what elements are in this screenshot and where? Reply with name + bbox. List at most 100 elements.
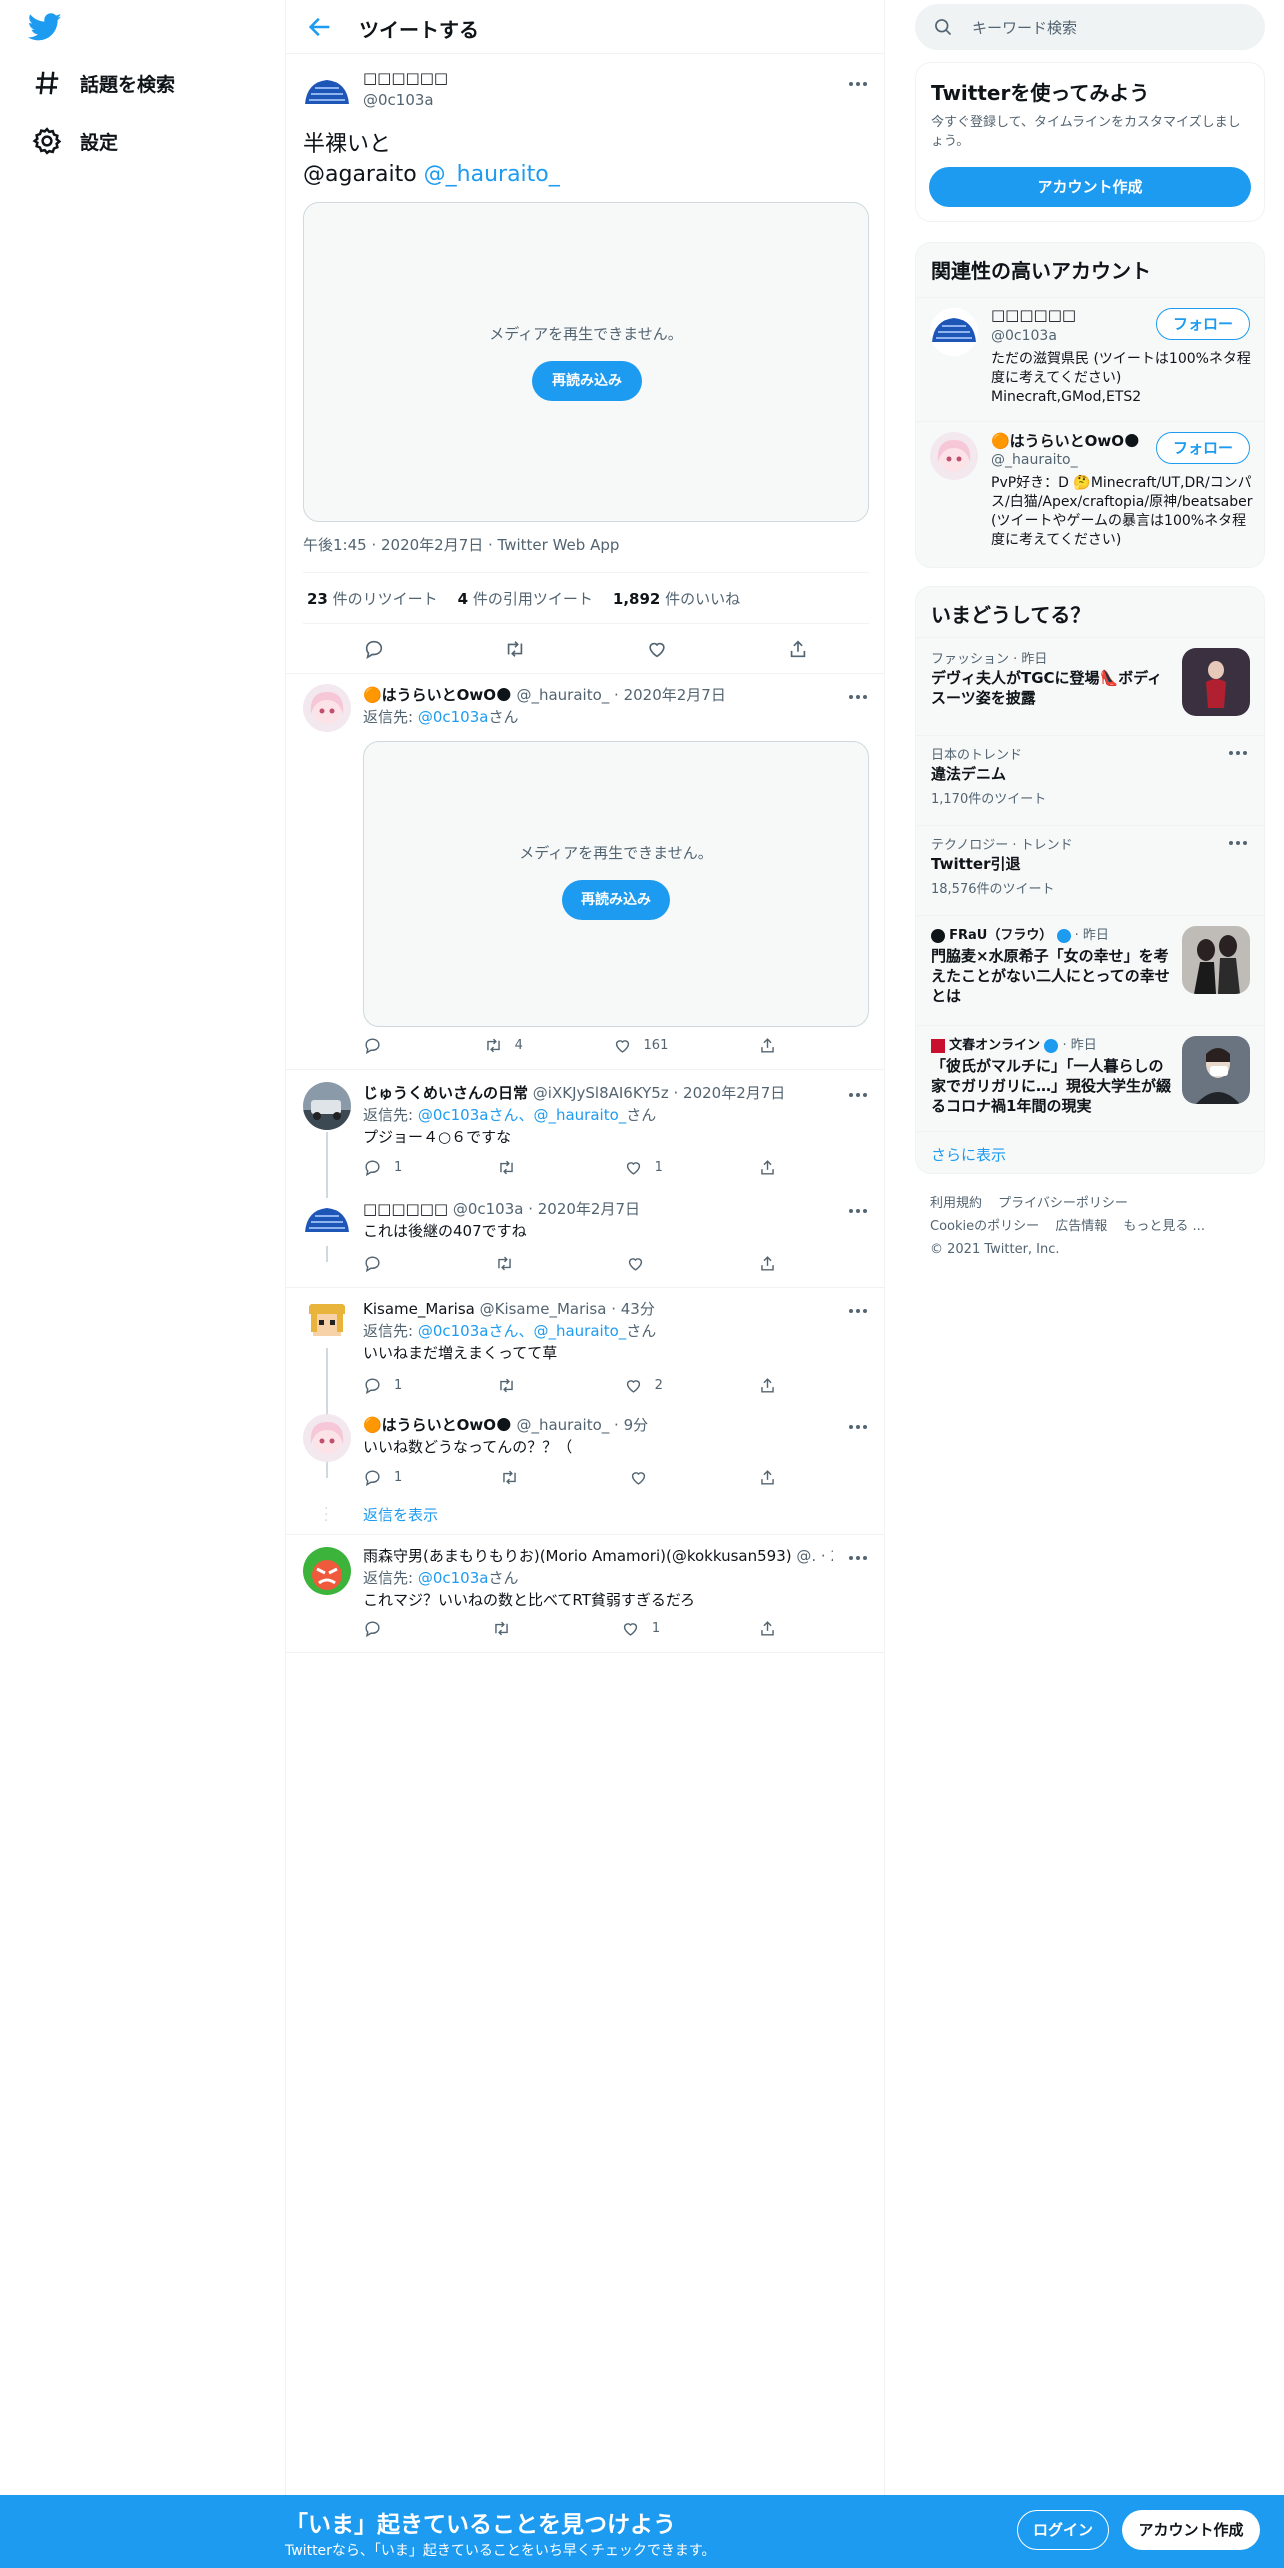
follow-button[interactable]: フォロー: [1156, 432, 1250, 464]
retweet-action[interactable]: [495, 1254, 526, 1273]
share-action[interactable]: [758, 1468, 789, 1487]
reply-action[interactable]: 1: [363, 1376, 402, 1395]
account-handle[interactable]: @0c103a: [991, 328, 1057, 344]
news-item[interactable]: 文春オンライン · 昨日 「彼氏がマルチに」「一人暮らしの家でガリガリに…」現役…: [916, 1025, 1264, 1131]
like-stat[interactable]: 1,892 件のいいね: [613, 588, 740, 609]
handle-date[interactable]: @. · 21分: [796, 1547, 833, 1565]
media-player[interactable]: メディアを再生できません。 再読み込み: [303, 202, 869, 522]
retweet-action[interactable]: [497, 1158, 528, 1177]
more-icon[interactable]: [846, 1420, 870, 1434]
like-action[interactable]: 1: [624, 1158, 663, 1177]
retweet-icon[interactable]: [504, 638, 526, 660]
share-action[interactable]: [758, 1036, 789, 1055]
display-name[interactable]: 雨森守男(あまもりもりお)(Morio Amamori)(@kokkusan59…: [363, 1547, 792, 1565]
show-more-link[interactable]: さらに表示: [916, 1131, 1264, 1173]
login-button[interactable]: ログイン: [1017, 2510, 1109, 2550]
more-icon[interactable]: [846, 77, 870, 91]
avatar[interactable]: [303, 684, 351, 732]
handle-date[interactable]: @Kisame_Marisa · 43分: [480, 1300, 655, 1318]
like-action[interactable]: [629, 1468, 660, 1487]
mention-link[interactable]: @_hauraito_: [424, 162, 560, 187]
reply-to-link[interactable]: @0c103aさん、@_hauraito_: [418, 1106, 626, 1124]
back-arrow-icon[interactable]: [306, 13, 334, 41]
search-bar[interactable]: キーワード検索: [915, 4, 1265, 50]
handle-date[interactable]: @_hauraito_ · 9分: [516, 1416, 648, 1434]
display-name[interactable]: □□□□□□: [363, 69, 448, 87]
like-action[interactable]: [626, 1254, 657, 1273]
like-action[interactable]: 1: [621, 1619, 660, 1638]
reply-to-link[interactable]: @0c103aさん、@_hauraito_: [418, 1322, 626, 1340]
trend-item[interactable]: 日本のトレンド 違法デニム 1,170件のツイート: [916, 735, 1264, 825]
retweet-action[interactable]: 4: [484, 1036, 523, 1055]
account-handle[interactable]: @_hauraito_: [991, 452, 1078, 468]
retweet-stat[interactable]: 23 件のリツイート: [307, 588, 438, 609]
reply-to-link[interactable]: @0c103a: [418, 1569, 489, 1587]
news-item[interactable]: FRaU（フラウ） · 昨日 門脇麦×水原希子「女の幸せ」を考えたことがない二人…: [916, 915, 1264, 1025]
avatar[interactable]: [303, 1414, 351, 1462]
account-item[interactable]: 🟠はうらいとOwO🌑 @_hauraito_ フォロー PvP好き：D 🤔Min…: [916, 421, 1264, 567]
signup-button[interactable]: アカウント作成: [1122, 2510, 1260, 2550]
handle-date[interactable]: @0c103a · 2020年2月7日: [453, 1200, 640, 1218]
more-icon[interactable]: [846, 1551, 870, 1565]
trend-item[interactable]: ファッション · 昨日 デヴィ夫人がTGCに登場👠ボディスーツ姿を披露: [916, 637, 1264, 735]
share-action[interactable]: [758, 1376, 789, 1395]
more-icon[interactable]: [846, 1088, 870, 1102]
like-action[interactable]: 2: [624, 1376, 663, 1395]
retweet-action[interactable]: [500, 1468, 531, 1487]
reply-icon[interactable]: [363, 638, 385, 660]
share-action[interactable]: [758, 1254, 789, 1273]
tweet-timestamp[interactable]: 午後1:45 · 2020年2月7日 · Twitter Web App: [303, 534, 619, 555]
cookie-link[interactable]: Cookieのポリシー: [930, 1219, 1039, 1234]
account-name[interactable]: □□□□□□: [991, 306, 1076, 324]
display-name[interactable]: □□□□□□: [363, 1200, 448, 1218]
reply-action[interactable]: [363, 1254, 394, 1273]
terms-link[interactable]: 利用規約: [930, 1196, 982, 1211]
avatar[interactable]: [930, 308, 978, 356]
account-item[interactable]: □□□□□□ @0c103a フォロー ただの滋賀県民 (ツイートは100%ネタ…: [916, 297, 1264, 421]
more-link[interactable]: もっと見る ...: [1123, 1219, 1205, 1234]
nav-explore[interactable]: 話題を検索: [32, 63, 175, 103]
handle-date[interactable]: @_hauraito_ · 2020年2月7日: [516, 686, 725, 704]
quote-stat[interactable]: 4 件の引用ツイート: [458, 588, 593, 609]
twitter-logo-icon[interactable]: [28, 10, 68, 44]
avatar[interactable]: [930, 432, 978, 480]
display-name[interactable]: 🟠はうらいとOwO🌑: [363, 686, 512, 704]
display-name[interactable]: 🟠はうらいとOwO🌑: [363, 1416, 512, 1434]
retweet-action[interactable]: [492, 1619, 523, 1638]
reply-tweet[interactable]: 🟠はうらいとOwO🌑 @_hauraito_ · 2020年2月7日 返信先: …: [286, 674, 884, 1070]
reply-tweet[interactable]: 雨森守男(あまもりもりお)(Morio Amamori)(@kokkusan59…: [286, 1535, 884, 1653]
show-replies-link[interactable]: 返信を表示: [363, 1504, 438, 1525]
avatar[interactable]: [303, 1082, 351, 1130]
reply-to-link[interactable]: @0c103a: [418, 708, 489, 726]
avatar[interactable]: [303, 1547, 351, 1595]
more-icon[interactable]: [846, 690, 870, 704]
search-input[interactable]: キーワード検索: [972, 17, 1077, 38]
more-icon[interactable]: [1226, 836, 1250, 850]
more-icon[interactable]: [846, 1304, 870, 1318]
nav-settings[interactable]: 設定: [32, 121, 118, 161]
more-icon[interactable]: [846, 1204, 870, 1218]
more-icon[interactable]: [1226, 746, 1250, 760]
ads-info-link[interactable]: 広告情報: [1055, 1219, 1107, 1234]
handle-date[interactable]: @iXKJySl8AI6KY5z · 2020年2月7日: [533, 1084, 786, 1102]
reply-action[interactable]: [363, 1036, 394, 1055]
media-player[interactable]: メディアを再生できません。 再読み込み: [363, 741, 869, 1027]
share-icon[interactable]: [787, 638, 809, 660]
reply-action[interactable]: 1: [363, 1468, 402, 1487]
privacy-link[interactable]: プライバシーポリシー: [998, 1196, 1128, 1211]
account-name[interactable]: 🟠はうらいとOwO🌑: [991, 430, 1140, 451]
avatar[interactable]: [303, 1198, 351, 1246]
create-account-button[interactable]: アカウント作成: [929, 167, 1251, 207]
display-name[interactable]: じゅうくめいさんの日常: [363, 1084, 528, 1102]
reload-button[interactable]: 再読み込み: [532, 361, 642, 401]
follow-button[interactable]: フォロー: [1156, 308, 1250, 340]
retweet-action[interactable]: [497, 1376, 528, 1395]
trend-item[interactable]: テクノロジー · トレンド Twitter引退 18,576件のツイート: [916, 825, 1264, 915]
reply-action[interactable]: [363, 1619, 394, 1638]
avatar[interactable]: [303, 1298, 351, 1346]
like-action[interactable]: 161: [613, 1036, 668, 1055]
avatar[interactable]: [303, 70, 351, 118]
reload-button[interactable]: 再読み込み: [562, 880, 670, 920]
share-action[interactable]: [758, 1619, 789, 1638]
like-icon[interactable]: [646, 638, 668, 660]
